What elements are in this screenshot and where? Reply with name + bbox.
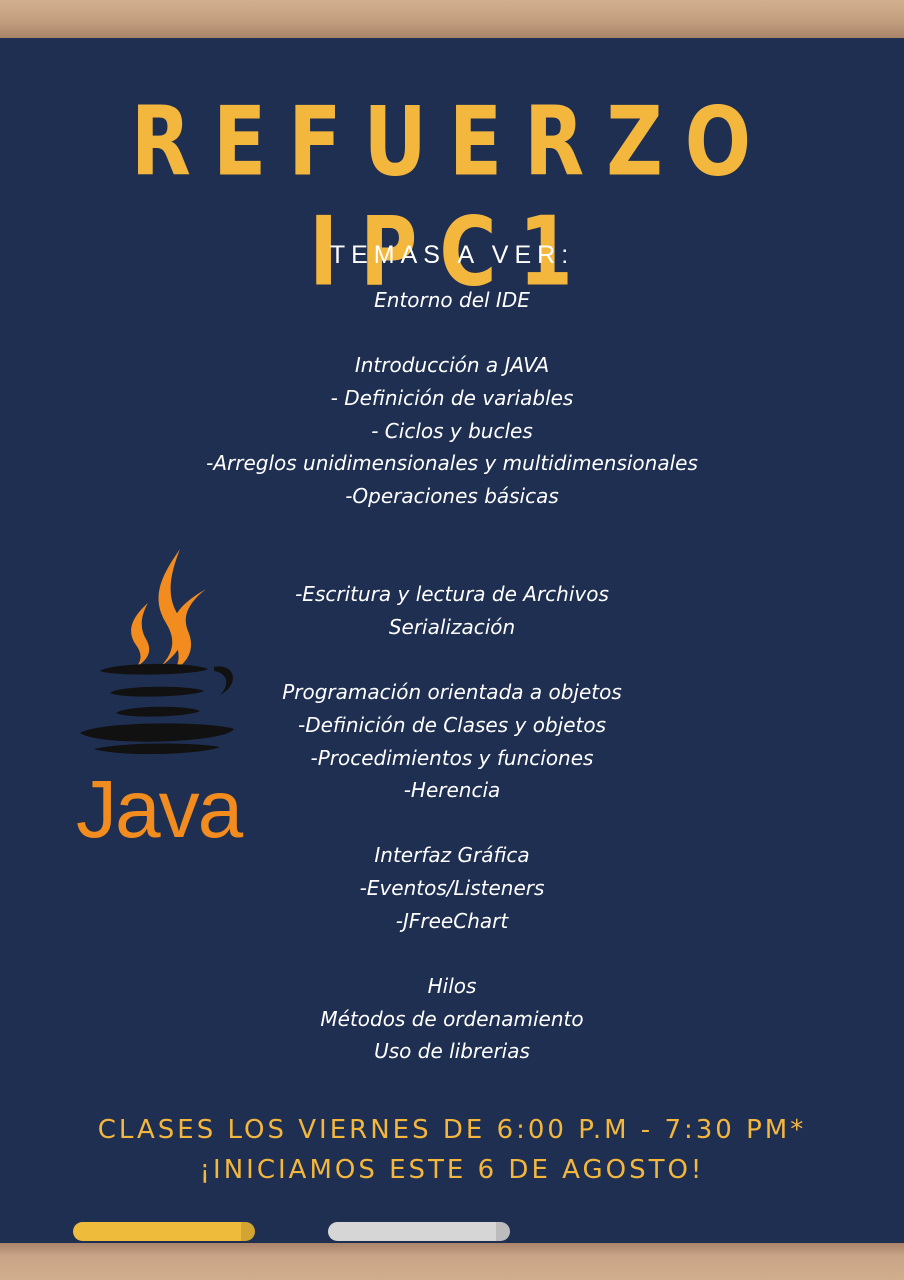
java-wordmark: Java (76, 764, 243, 855)
start-date-text: ¡INICIAMOS ESTE 6 DE AGOSTO! (199, 1155, 705, 1185)
topic-item: Uso de librerias (374, 1039, 530, 1063)
topic-item: -JFreeChart (395, 909, 509, 933)
topic-item: Hilos (427, 974, 477, 998)
topic-item: -Operaciones básicas (345, 484, 559, 508)
topics-heading: TEMAS A VER: (329, 241, 575, 269)
topic-item: -Eventos/Listeners (359, 876, 545, 900)
topic-item: - Definición de variables (330, 386, 574, 410)
wood-frame-top (0, 0, 904, 38)
white-chalk (328, 1222, 510, 1241)
topic-item: - Ciclos y bucles (371, 419, 533, 443)
topic-item: -Arreglos unidimensionales y multidimens… (206, 451, 698, 475)
java-logo: Java (70, 545, 250, 865)
topic-item: Introducción a JAVA (354, 353, 550, 377)
java-coffee-cup-icon (80, 549, 234, 755)
wood-frame-bottom (0, 1243, 904, 1280)
yellow-chalk (73, 1222, 255, 1241)
schedule-text: CLASES LOS VIERNES DE 6:00 P.M - 7:30 PM… (97, 1115, 807, 1145)
poster-title: REFUERZO IPC1 (130, 88, 774, 308)
topic-item: Entorno del IDE (374, 288, 530, 312)
topic-item: Métodos de ordenamiento (320, 1007, 584, 1031)
